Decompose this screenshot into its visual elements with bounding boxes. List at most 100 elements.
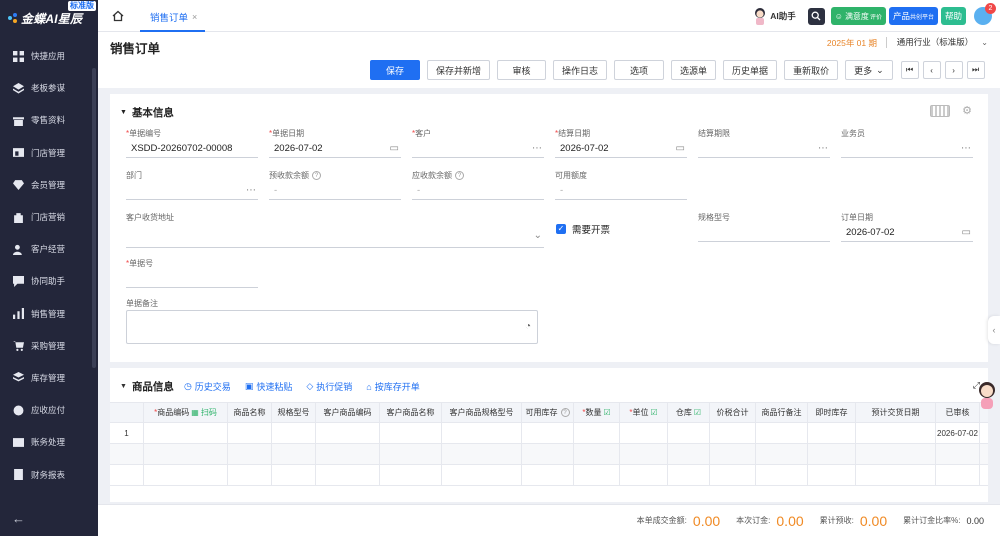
user-avatar[interactable]: 2 [974,3,996,25]
more-dots-icon[interactable]: ⋯ [532,143,542,154]
spec-model-input[interactable] [698,224,830,242]
table-cell[interactable]: 2026-07-02 [936,423,980,443]
save-button[interactable]: 保存 [370,60,420,80]
sidebar-item[interactable]: 库存管理 [0,362,98,394]
settle-term-input[interactable]: ⋯ [698,140,830,158]
table-cell[interactable] [316,444,380,464]
table-cell[interactable] [756,423,808,443]
basic-info-title[interactable]: ▼ 基本信息 [120,105,174,120]
customer-input[interactable]: ⋯ [412,140,544,158]
more-dots-icon[interactable]: ⋯ [246,185,256,196]
assistant-mascot-icon[interactable] [976,380,998,410]
last-record-icon[interactable]: ⏭ [966,61,985,79]
audit-button[interactable]: 审核 [497,60,547,80]
table-cell[interactable] [228,444,272,464]
sidebar-item[interactable]: 账务处理 [0,426,98,458]
table-cell[interactable] [228,465,272,485]
table-cell[interactable] [936,465,980,485]
table-cell[interactable] [442,465,522,485]
table-cell[interactable] [620,465,668,485]
apply-promotion-link[interactable]: ◇ 执行促销 [306,380,352,393]
doc-no-input[interactable]: XSDD-20260702-00008 [126,140,258,158]
product-platform-button[interactable]: 产品 共创平台 [888,7,938,25]
collapse-triangle-icon[interactable]: ▼ [120,383,127,390]
remark-textarea[interactable]: ◔ [126,310,538,344]
table-cell[interactable] [522,444,574,464]
keyboard-icon[interactable] [930,104,951,117]
table-cell[interactable] [272,423,316,443]
table-row[interactable]: 1 2026-07-02 [110,423,988,444]
order-by-stock-link[interactable]: ⌂ 按库存开单 [366,380,419,393]
sidebar-item[interactable]: 采购管理 [0,330,98,362]
table-cell[interactable] [228,423,272,443]
table-cell[interactable] [710,423,756,443]
sidebar-scrollbar[interactable] [92,68,96,368]
satisfaction-button[interactable]: ☺ 满意度 评价 [830,7,886,25]
table-cell[interactable] [144,444,228,464]
table-cell[interactable] [856,423,936,443]
table-cell[interactable] [380,465,442,485]
settle-date-input[interactable]: 2026-07-02 ▭ [555,140,687,158]
table-cell[interactable] [522,423,574,443]
table-cell[interactable] [574,423,620,443]
operation-log-button[interactable]: 操作日志 [553,60,608,80]
calendar-icon[interactable]: ▭ [676,143,685,154]
home-icon[interactable] [108,6,128,26]
accounting-period[interactable]: 2025年 01 期 [827,37,877,49]
table-cell[interactable] [144,465,228,485]
sidebar-item[interactable]: 应收应付 [0,394,98,426]
order-date-input[interactable]: 2026-07-02 ▭ [841,224,973,242]
table-cell[interactable] [574,465,620,485]
sidebar-item[interactable]: 零售资料 [0,104,98,136]
table-cell[interactable] [756,465,808,485]
ai-helper-button[interactable]: AI助手 [753,7,796,25]
more-button[interactable]: 更多 ⌄ [845,60,893,80]
sidebar-item[interactable]: 客户经营 [0,233,98,265]
more-dots-icon[interactable]: ⋯ [961,143,971,154]
sidebar-item[interactable]: 会员管理 [0,169,98,201]
table-cell[interactable] [620,423,668,443]
history-docs-button[interactable]: 历史单据 [723,60,778,80]
table-cell[interactable]: 1 [110,423,144,443]
need-invoice-checkbox[interactable]: ✓ 需要开票 [556,222,610,236]
emoji-icon[interactable]: ◔ [525,321,531,332]
sidebar-item[interactable]: 老板参谋 [0,72,98,104]
reprice-button[interactable]: 重新取价 [784,60,839,80]
search-icon[interactable] [807,7,825,25]
table-cell[interactable] [144,423,228,443]
table-cell[interactable] [272,465,316,485]
table-cell[interactable] [522,465,574,485]
table-row[interactable] [110,465,988,486]
sidebar-item[interactable]: 快捷应用 [0,40,98,72]
first-record-icon[interactable]: ⏮ [900,61,919,79]
more-dots-icon[interactable]: ⋯ [818,143,828,154]
table-cell[interactable] [808,423,856,443]
table-cell[interactable] [668,465,710,485]
options-button[interactable]: 选项 [614,60,665,80]
industry-select[interactable]: 通用行业（标准版） ⌄ [897,36,988,48]
select-source-button[interactable]: 选源单 [671,60,717,80]
table-cell[interactable] [710,465,756,485]
table-cell[interactable] [316,423,380,443]
close-tab-icon[interactable]: × [192,12,197,22]
doc-date-input[interactable]: 2026-07-02 ▭ [269,140,401,158]
table-row[interactable] [110,444,988,465]
tab-sales-order[interactable]: 销售订单 × [140,4,206,32]
table-cell[interactable] [110,465,144,485]
table-cell[interactable] [808,444,856,464]
collapse-sidebar-icon[interactable]: ← [12,511,25,526]
brand-logo[interactable]: 金蝶AI星辰 标准版 [0,0,98,36]
table-cell[interactable] [756,444,808,464]
quick-paste-link[interactable]: ▣ 快速粘贴 [245,380,293,393]
table-cell[interactable] [380,423,442,443]
table-cell[interactable] [442,423,522,443]
dept-input[interactable]: ⋯ [126,182,258,200]
next-record-icon[interactable]: › [944,61,963,79]
sidebar-item[interactable]: 协同助手 [0,265,98,297]
table-cell[interactable] [380,444,442,464]
calendar-icon[interactable]: ▭ [390,143,399,154]
table-cell[interactable] [710,444,756,464]
sidebar-item[interactable]: 门店管理 [0,137,98,169]
table-cell[interactable] [316,465,380,485]
table-cell[interactable] [620,444,668,464]
